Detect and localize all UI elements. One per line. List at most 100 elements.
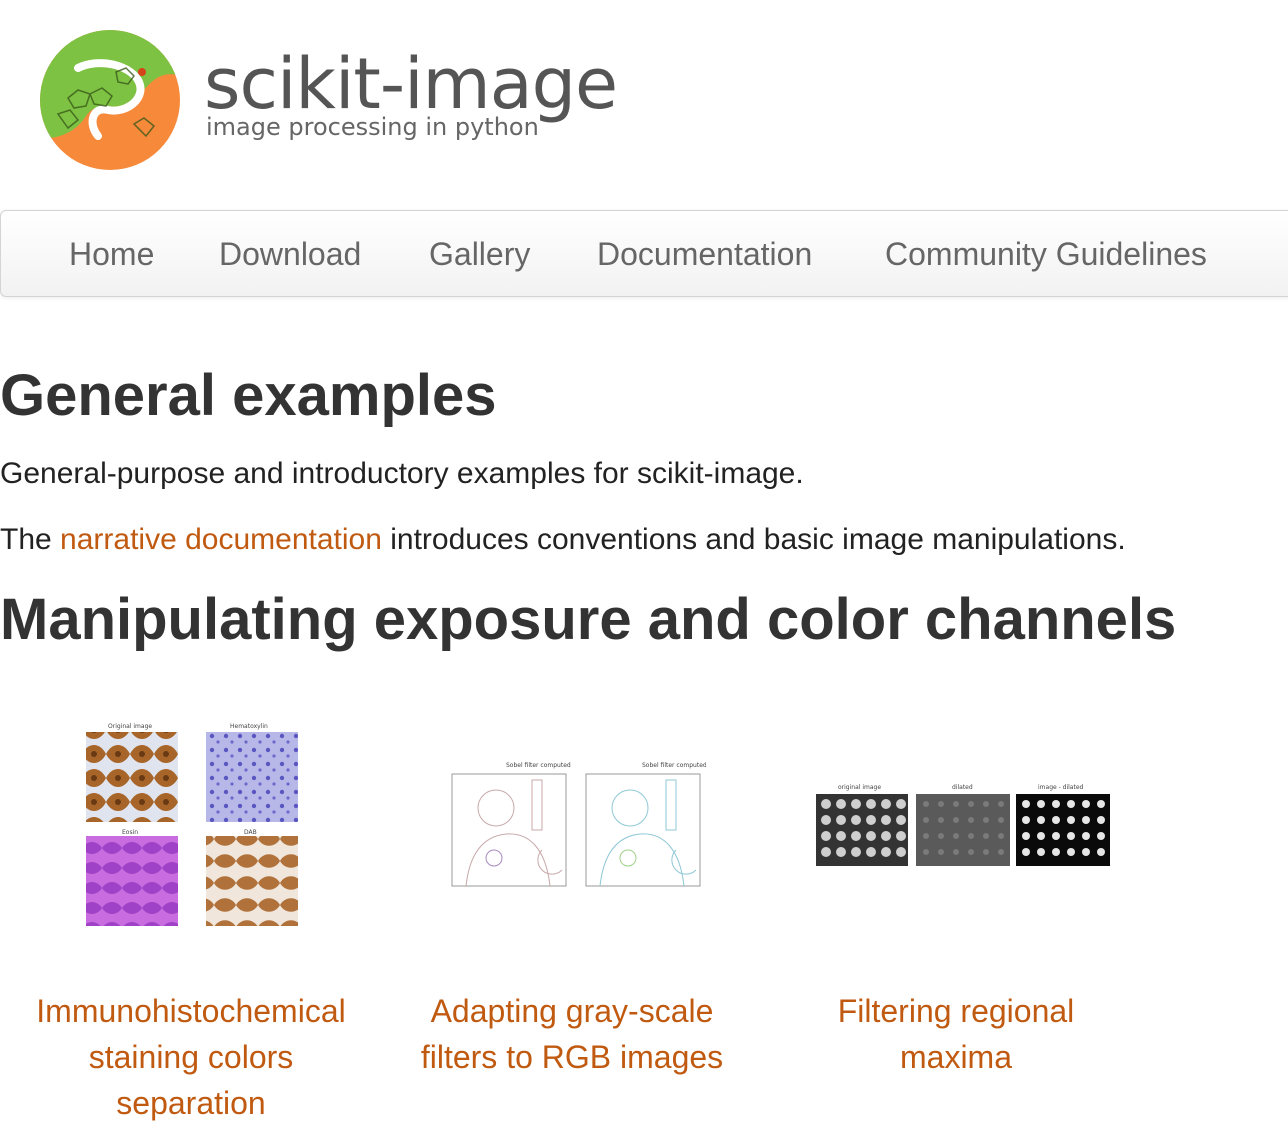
example-caption-rgb-filters[interactable]: Adapting gray-scale filters to RGB image… <box>416 988 728 1080</box>
coin-dot <box>866 831 876 841</box>
coin-dot <box>1052 800 1060 808</box>
coin-dot <box>983 801 989 807</box>
coin-dot <box>953 801 959 807</box>
coin-dot <box>1082 848 1090 856</box>
coin-dot <box>896 815 906 825</box>
coin-dot <box>1097 816 1105 824</box>
coin-dot <box>1082 832 1090 840</box>
coin-dot <box>896 847 906 857</box>
coin-dot <box>1052 832 1060 840</box>
coin-dot <box>836 831 846 841</box>
panel-label: dilated <box>952 784 973 791</box>
coin-dot <box>851 847 861 857</box>
coin-dot <box>1082 800 1090 808</box>
coin-dot <box>998 849 1004 855</box>
nav-item-download[interactable]: Download <box>219 211 361 298</box>
coin-dot <box>896 831 906 841</box>
coin-dot <box>1067 848 1075 856</box>
coin-dot <box>1067 832 1075 840</box>
panel-label: Original image <box>108 723 152 730</box>
coin-dot <box>851 799 861 809</box>
coin-dot <box>938 801 944 807</box>
coin-dot <box>968 801 974 807</box>
brand-tagline: image processing in python <box>206 113 539 141</box>
coin-dot <box>851 831 861 841</box>
panel-label: Sobel filter computed <box>642 762 706 769</box>
example-caption-regional-maxima[interactable]: Filtering regional maxima <box>812 988 1100 1080</box>
example-thumbnail-regional-maxima[interactable]: original image dilated image - dilated <box>812 780 1114 875</box>
coin-dot <box>953 833 959 839</box>
coin-dot <box>953 849 959 855</box>
nav-item-community-guidelines[interactable]: Community Guidelines <box>885 211 1207 298</box>
panel-label: image - dilated <box>1038 784 1084 791</box>
page-title: General examples <box>0 363 497 428</box>
coin-dot <box>968 849 974 855</box>
coin-dot <box>1097 848 1105 856</box>
coin-dot <box>998 817 1004 823</box>
coin-dot <box>1037 800 1045 808</box>
coin-dot <box>923 833 929 839</box>
coin-dot <box>1037 848 1045 856</box>
panel-label: Hematoxylin <box>230 723 268 730</box>
panel-label: Eosin <box>122 829 138 836</box>
intro-text: General-purpose and introductory example… <box>0 457 804 490</box>
coin-dot <box>1097 832 1105 840</box>
coin-dot <box>821 815 831 825</box>
coin-dot <box>1022 816 1030 824</box>
coin-dot <box>953 817 959 823</box>
coin-dot <box>821 799 831 809</box>
coin-dot <box>998 833 1004 839</box>
coin-dot <box>1037 816 1045 824</box>
narrative-documentation-link[interactable]: narrative documentation <box>60 523 382 556</box>
nav-item-gallery[interactable]: Gallery <box>429 211 530 298</box>
nav-item-documentation[interactable]: Documentation <box>597 211 812 298</box>
coin-dot <box>923 801 929 807</box>
section-title: Manipulating exposure and color channels <box>0 587 1177 652</box>
coin-dot <box>881 815 891 825</box>
coin-dot <box>1097 800 1105 808</box>
example-caption-ihc[interactable]: Immunohistochemical staining colors sepa… <box>14 988 368 1126</box>
coin-dot <box>866 799 876 809</box>
coin-dot <box>968 833 974 839</box>
coin-dot <box>1082 816 1090 824</box>
coin-dot <box>896 799 906 809</box>
nav-item-home[interactable]: Home <box>69 211 154 298</box>
panel-label: original image <box>838 784 881 791</box>
coin-dot <box>983 849 989 855</box>
coin-dot <box>1067 800 1075 808</box>
main-navbar: Home Download Gallery Documentation Comm… <box>0 210 1288 297</box>
coin-dot <box>1022 848 1030 856</box>
coin-dot <box>968 817 974 823</box>
coin-dot <box>836 847 846 857</box>
coin-dot <box>1037 832 1045 840</box>
coin-dot <box>821 847 831 857</box>
example-thumbnail-rgb-filters[interactable]: Sobel filter computed Sobel filter compu… <box>446 760 707 895</box>
coin-dot <box>1067 816 1075 824</box>
coin-dot <box>1022 832 1030 840</box>
panel-label: DAB <box>244 829 257 836</box>
narrative-prefix: The <box>0 523 61 556</box>
coin-dot <box>923 849 929 855</box>
coin-dot <box>983 833 989 839</box>
coin-dot <box>866 815 876 825</box>
panel-label: Sobel filter computed <box>506 762 571 769</box>
coin-dot <box>881 847 891 857</box>
narrative-paragraph: The narrative documentation introduces c… <box>0 522 1126 558</box>
coin-dot <box>923 817 929 823</box>
coin-dot <box>881 831 891 841</box>
coin-dot <box>836 815 846 825</box>
coin-dot <box>866 847 876 857</box>
example-thumbnail-ihc[interactable]: Original image Hematoxylin Eosin DAB <box>82 718 302 935</box>
coin-dot <box>881 799 891 809</box>
coin-dot <box>1022 800 1030 808</box>
coin-dot <box>1052 816 1060 824</box>
coin-dot <box>998 801 1004 807</box>
scikit-image-logo-icon[interactable] <box>38 28 182 172</box>
coin-dot <box>821 831 831 841</box>
narrative-suffix: introduces conventions and basic image m… <box>381 523 1126 556</box>
coin-dot <box>851 815 861 825</box>
coin-dot <box>983 817 989 823</box>
coin-dot <box>938 833 944 839</box>
coin-dot <box>938 849 944 855</box>
coin-dot <box>836 799 846 809</box>
